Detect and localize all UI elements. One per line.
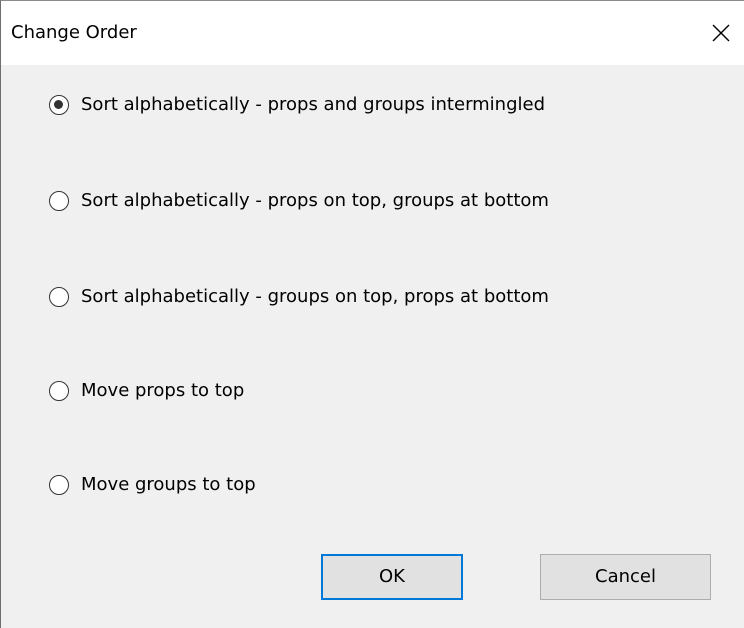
ok-button[interactable]: OK xyxy=(321,554,463,600)
radio-button[interactable] xyxy=(49,381,69,401)
close-button[interactable] xyxy=(698,1,744,65)
option-label: Sort alphabetically - props and groups i… xyxy=(81,94,546,115)
close-x-icon xyxy=(712,24,730,42)
title-bar[interactable]: Change Order xyxy=(1,1,744,65)
dialog-title: Change Order xyxy=(11,22,137,43)
option-label: Move groups to top xyxy=(81,474,256,495)
radio-button[interactable] xyxy=(49,475,69,495)
option-label: Sort alphabetically - groups on top, pro… xyxy=(81,286,549,307)
option-label: Sort alphabetically - props on top, grou… xyxy=(81,190,549,211)
radio-button[interactable] xyxy=(49,287,69,307)
change-order-dialog: Change Order Sort alphabetically - props… xyxy=(0,0,744,628)
radio-dot-icon xyxy=(54,100,63,109)
cancel-button[interactable]: Cancel xyxy=(540,554,711,600)
radio-button-checked[interactable] xyxy=(49,95,69,115)
option-label: Move props to top xyxy=(81,380,245,401)
radio-button[interactable] xyxy=(49,191,69,211)
